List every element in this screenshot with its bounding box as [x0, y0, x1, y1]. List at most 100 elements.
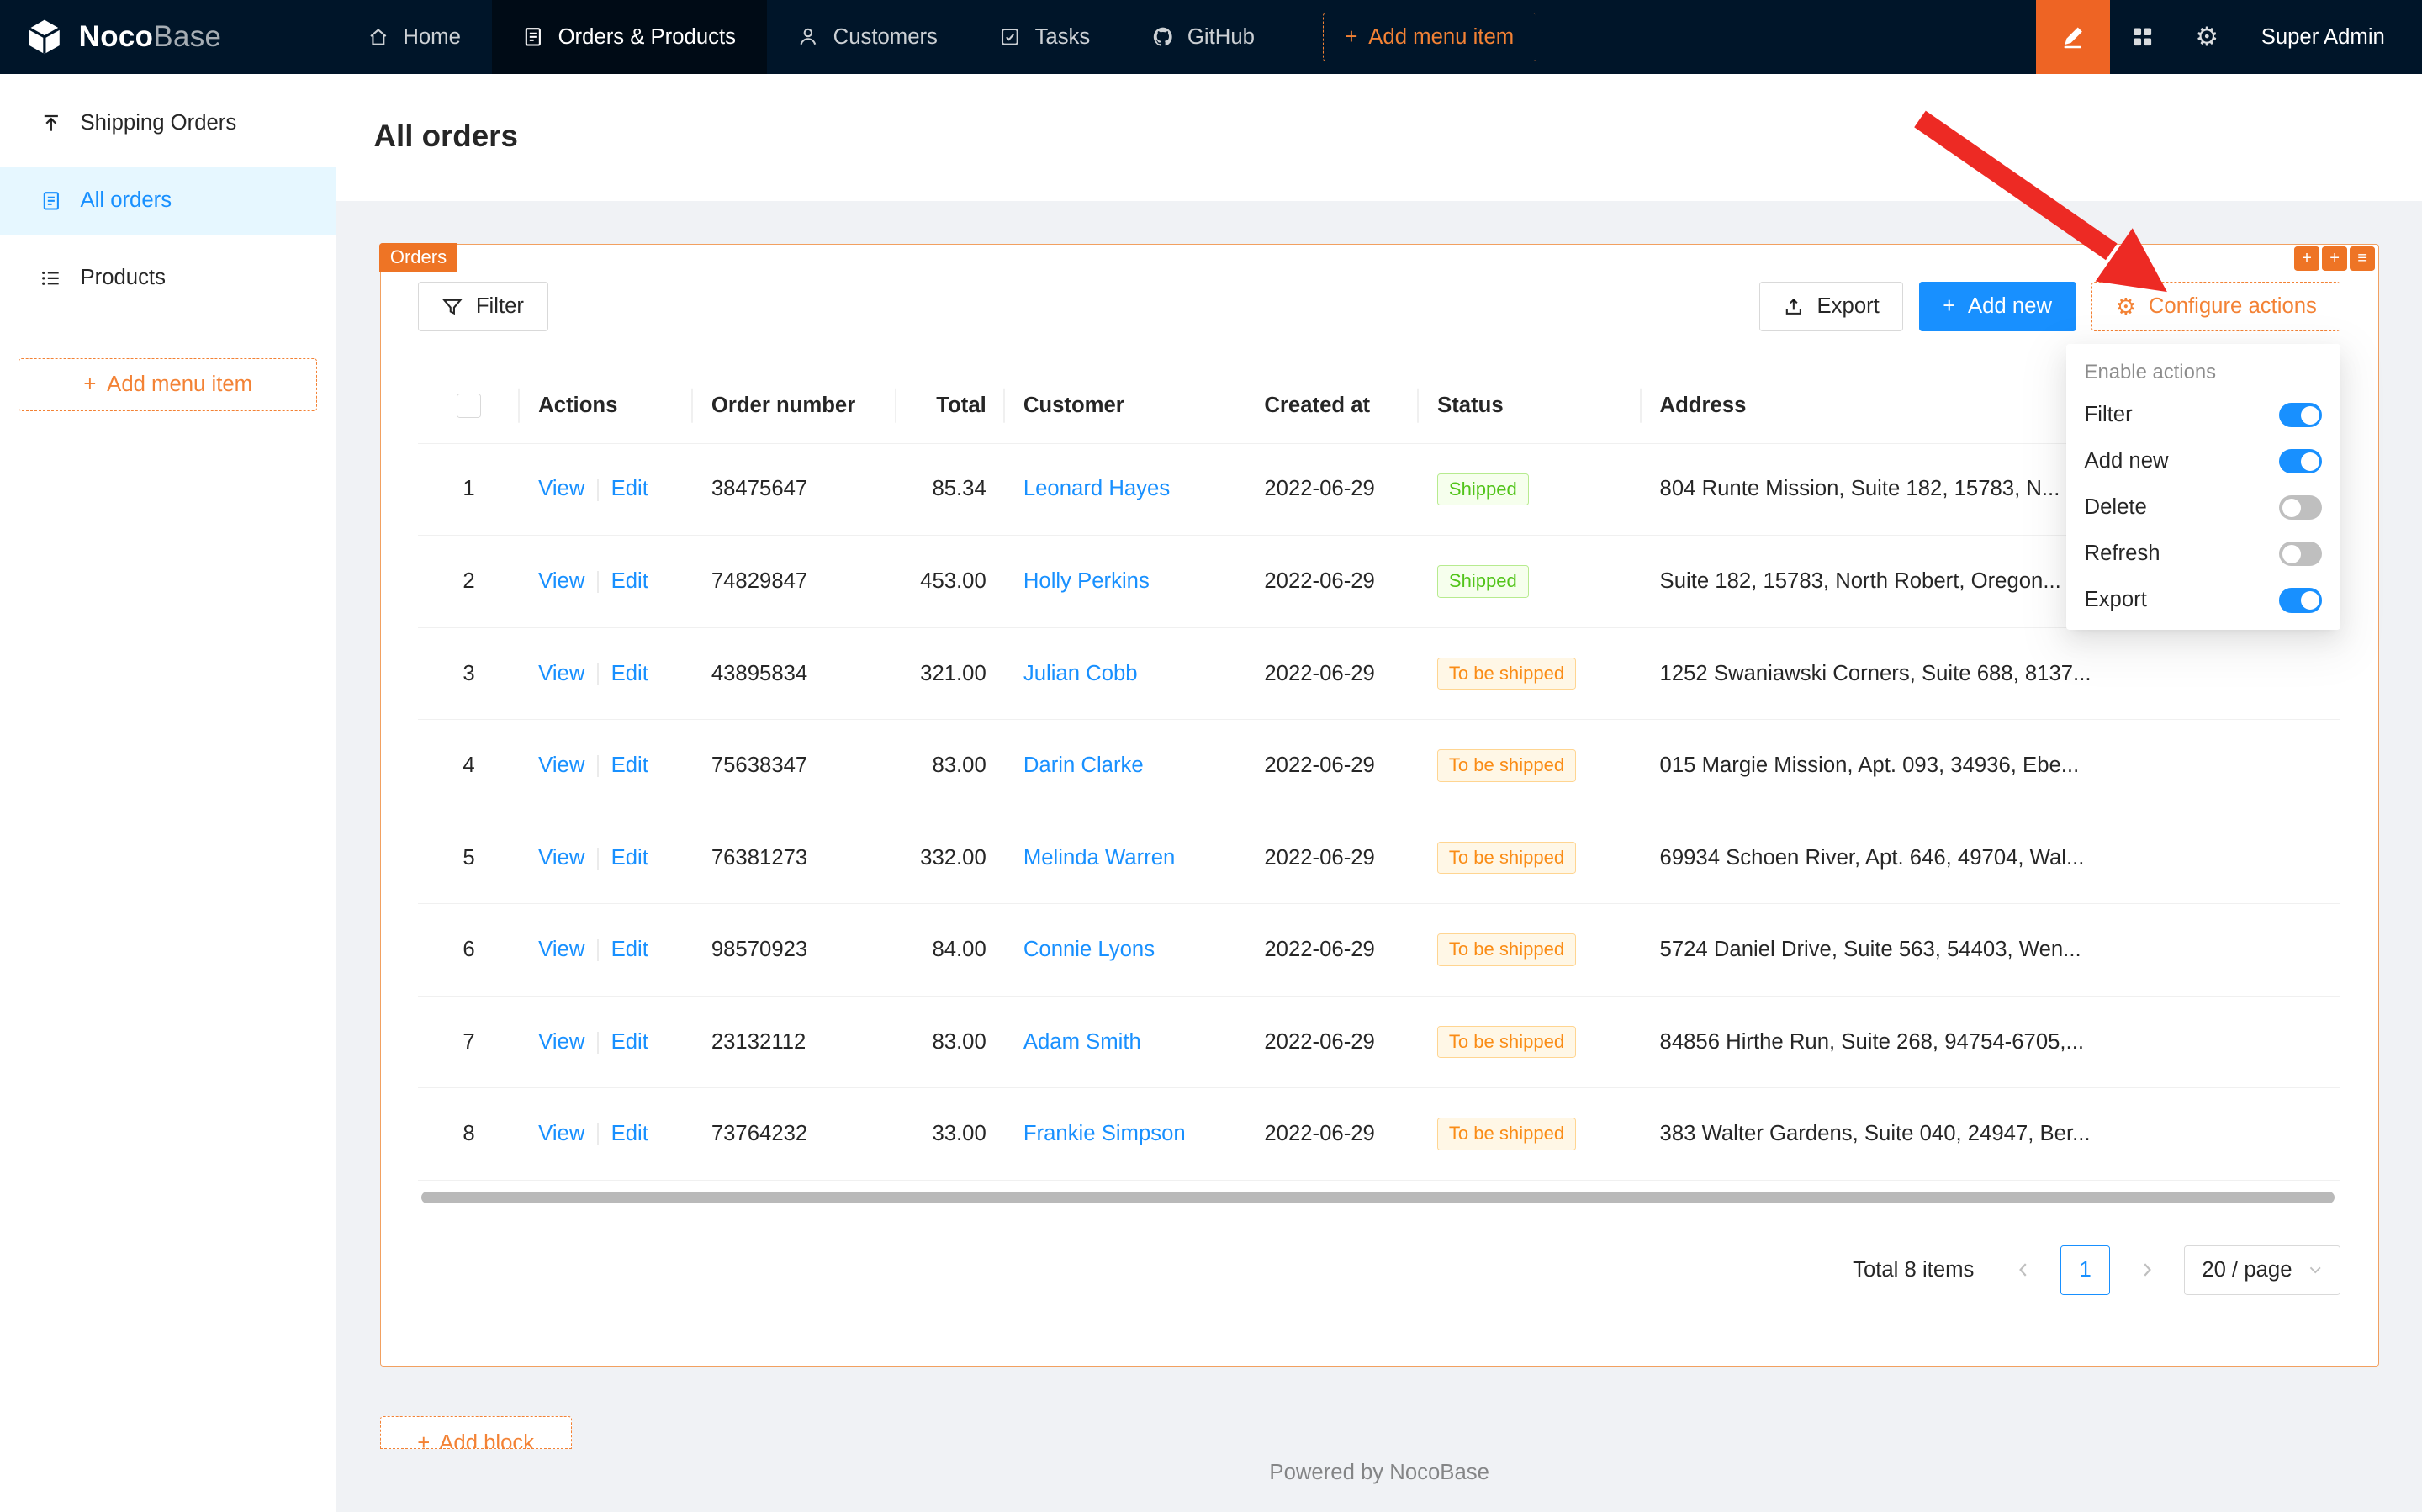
nav-item-github[interactable]: GitHub	[1121, 0, 1286, 74]
customer-link[interactable]: Frankie Simpson	[1023, 1122, 1186, 1145]
user-menu[interactable]: Super Admin	[2240, 25, 2422, 50]
enable-action-item-filter[interactable]: Filter	[2066, 392, 2341, 438]
page-size-select[interactable]: 20 / page	[2184, 1245, 2340, 1295]
block-add-icon[interactable]: +	[2294, 246, 2319, 271]
edit-link[interactable]: Edit	[611, 1122, 648, 1145]
topnav-add-menu-item-button[interactable]: + Add menu item	[1323, 13, 1536, 62]
edit-link[interactable]: Edit	[611, 753, 648, 777]
filter-button[interactable]: Filter	[418, 282, 548, 331]
enable-action-item-delete[interactable]: Delete	[2066, 484, 2341, 531]
add-new-button-label: Add new	[1968, 294, 2052, 319]
delete-toggle-switch[interactable]	[2279, 495, 2322, 520]
edit-link[interactable]: Edit	[611, 569, 648, 593]
nav-item-home[interactable]: Home	[336, 0, 491, 74]
sidebar-item-all-orders[interactable]: All orders	[0, 167, 336, 235]
plugin-manager-button[interactable]	[2110, 0, 2175, 74]
status-cell: To be shipped	[1419, 627, 1641, 720]
export-toggle-switch[interactable]	[2279, 588, 2322, 612]
view-link[interactable]: View	[538, 753, 584, 777]
next-page-button[interactable]	[2123, 1245, 2172, 1295]
status-cell: To be shipped	[1419, 904, 1641, 997]
edit-link[interactable]: Edit	[611, 477, 648, 500]
order-number-cell: 74829847	[693, 536, 896, 628]
chevron-down-icon	[2308, 1262, 2323, 1277]
scrollbar-thumb[interactable]	[421, 1192, 2335, 1204]
customer-link[interactable]: Connie Lyons	[1023, 938, 1155, 961]
main-area: All orders Orders + + ≡ Filter Export	[336, 74, 2422, 1512]
enable-action-item-export[interactable]: Export	[2066, 577, 2341, 623]
page-content: Orders + + ≡ Filter Export +	[336, 201, 2422, 1512]
order-number-cell: 76381273	[693, 812, 896, 904]
view-link[interactable]: View	[538, 569, 584, 593]
sidebar-item-products[interactable]: Products	[0, 244, 336, 312]
sidebar: Shipping Orders All orders Products + Add …	[0, 74, 336, 1512]
page-header: All orders	[336, 74, 2422, 201]
add-new-button[interactable]: + Add new	[1919, 282, 2076, 331]
ui-editor-toggle-button[interactable]	[2036, 0, 2110, 74]
view-link[interactable]: View	[538, 1030, 584, 1054]
select-all-checkbox[interactable]	[457, 394, 481, 418]
sidebar-item-label: Shipping Orders	[80, 111, 236, 135]
edit-link[interactable]: Edit	[611, 938, 648, 961]
nav-item-orders-products[interactable]: Orders & Products	[492, 0, 767, 74]
configure-actions-button[interactable]: ⚙ Configure actions	[2091, 282, 2341, 331]
add-block-button[interactable]: + Add block	[380, 1416, 572, 1449]
nav-item-customers[interactable]: Customers	[767, 0, 969, 74]
view-link[interactable]: View	[538, 1122, 584, 1145]
export-button[interactable]: Export	[1759, 282, 1904, 331]
address-cell: 1252 Swaniawski Corners, Suite 688, 8137…	[1642, 627, 2341, 720]
table-row-5: 5ViewEdit76381273332.00Melinda Warren202…	[418, 812, 2341, 904]
created-at-cell: 2022-06-29	[1245, 720, 1419, 812]
prev-page-button[interactable]	[1999, 1245, 2049, 1295]
created-at-cell: 2022-06-29	[1245, 536, 1419, 628]
enable-action-label: Filter	[2085, 403, 2133, 427]
status-cell: To be shipped	[1419, 1088, 1641, 1181]
grid-icon	[2131, 25, 2155, 49]
customer-link[interactable]: Melinda Warren	[1023, 846, 1175, 870]
settings-button[interactable]: ⚙	[2175, 0, 2240, 74]
view-link[interactable]: View	[538, 938, 584, 961]
enable-action-item-refresh[interactable]: Refresh	[2066, 531, 2341, 577]
brand-logo[interactable]: NocoBase	[0, 17, 336, 57]
customer-link[interactable]: Adam Smith	[1023, 1030, 1141, 1054]
add-new-toggle-switch[interactable]	[2279, 449, 2322, 473]
brand-name: NocoBase	[79, 20, 222, 54]
customer-link[interactable]: Holly Perkins	[1023, 569, 1150, 593]
status-badge: To be shipped	[1437, 1118, 1576, 1150]
add-block-label: Add block	[439, 1428, 534, 1448]
edit-link[interactable]: Edit	[611, 1030, 648, 1054]
customer-link[interactable]: Darin Clarke	[1023, 753, 1144, 777]
customer-cell: Adam Smith	[1005, 996, 1246, 1088]
page-number-button[interactable]: 1	[2060, 1245, 2110, 1295]
order-number-cell: 73764232	[693, 1088, 896, 1181]
orders-icon	[522, 26, 544, 48]
horizontal-scrollbar[interactable]	[418, 1190, 2341, 1205]
row-index: 1	[418, 443, 520, 536]
edit-link[interactable]: Edit	[611, 846, 648, 870]
block-initializer-icon[interactable]: +	[2322, 246, 2346, 271]
filter-toggle-switch[interactable]	[2279, 403, 2322, 427]
view-link[interactable]: View	[538, 846, 584, 870]
chevron-left-icon	[2014, 1261, 2033, 1279]
edit-link[interactable]: Edit	[611, 662, 648, 685]
row-actions: View Edit	[520, 627, 693, 720]
customer-link[interactable]: Julian Cobb	[1023, 662, 1138, 685]
page-size-value: 20 / page	[2202, 1258, 2292, 1282]
customer-link[interactable]: Leonard Hayes	[1023, 477, 1170, 500]
enable-action-label: Delete	[2085, 495, 2147, 520]
sidebar-item-shipping-orders[interactable]: Shipping Orders	[0, 90, 336, 158]
sidebar-add-menu-item-button[interactable]: + Add menu item	[19, 358, 317, 410]
refresh-toggle-switch[interactable]	[2279, 542, 2322, 566]
nav-item-tasks[interactable]: Tasks	[969, 0, 1121, 74]
customer-cell: Connie Lyons	[1005, 904, 1246, 997]
status-badge: To be shipped	[1437, 842, 1576, 875]
page-title: All orders	[373, 114, 2384, 157]
view-link[interactable]: View	[538, 477, 584, 500]
block-drag-handle-icon[interactable]: ≡	[2350, 246, 2374, 271]
enable-action-item-add-new[interactable]: Add new	[2066, 438, 2341, 484]
add-menu-item-label: Add menu item	[1368, 25, 1514, 50]
enable-action-label: Export	[2085, 588, 2147, 612]
view-link[interactable]: View	[538, 662, 584, 685]
column-header-order-number: Order number	[693, 368, 896, 443]
row-actions: View Edit	[520, 812, 693, 904]
